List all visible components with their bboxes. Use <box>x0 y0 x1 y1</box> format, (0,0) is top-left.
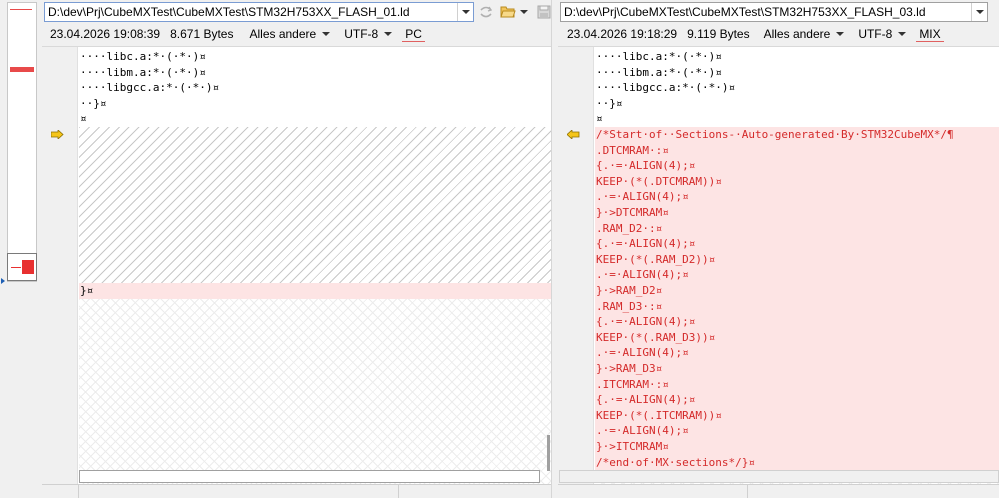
chevron-down-icon <box>520 10 528 14</box>
sync-arrows-icon[interactable] <box>476 2 496 22</box>
chevron-down-icon <box>384 32 393 36</box>
chevron-down-icon <box>975 10 984 14</box>
right-horizontal-scrollbar[interactable] <box>559 470 999 483</box>
code-line-added: .DTCMRAM·:¤ <box>595 142 999 159</box>
code-line-added: .·=·ALIGN(4);¤ <box>595 189 999 205</box>
left-bottom-cell <box>42 485 79 498</box>
left-pane: D:\dev\Prj\CubeMXTest\CubeMXTest\STM32H7… <box>42 0 551 498</box>
overview-viewport-change <box>22 260 34 274</box>
code-line: ¤ <box>596 112 603 126</box>
right-bottom-strip <box>558 484 999 498</box>
right-path-row: D:\dev\Prj\CubeMXTest\CubeMXTest\STM32H7… <box>560 2 988 22</box>
right-file-size: 9.119 Bytes <box>687 27 750 41</box>
code-line: ····libc.a:*·(·*·)¤ <box>596 50 722 63</box>
right-file-date: 23.04.2026 19:18:29 <box>567 27 678 41</box>
right-line-ending-button[interactable]: MIX <box>916 27 944 42</box>
code-line-added: .·=·ALIGN(4);¤ <box>595 345 999 361</box>
code-line-added: .·=·ALIGN(4);¤ <box>595 423 999 439</box>
overview-viewport[interactable] <box>7 253 37 281</box>
code-line-added: {.·=·ALIGN(4);¤ <box>595 314 999 330</box>
right-editor[interactable]: ····libc.a:*·(·*·)¤ ····libm.a:*·(·*·)¤ … <box>558 46 999 484</box>
left-editor[interactable]: ····libc.a:*·(·*·)¤ ····libm.a:*·(·*·)¤ … <box>42 46 551 484</box>
right-bottom-cell <box>558 485 748 498</box>
diff-arrow-icon[interactable] <box>567 130 580 139</box>
right-code-area[interactable]: ····libc.a:*·(·*·)¤ ····libm.a:*·(·*·)¤ … <box>595 47 999 484</box>
code-line-added: .RAM_D2·:¤ <box>595 220 999 237</box>
left-vertical-scroll-thumb[interactable] <box>547 435 550 471</box>
code-line-added: KEEP·(*(.RAM_D2))¤ <box>595 251 999 268</box>
pane-splitter[interactable] <box>551 0 558 498</box>
right-pane: D:\dev\Prj\CubeMXTest\CubeMXTest\STM32H7… <box>558 0 999 498</box>
code-line-added: KEEP·(*(.DTCMRAM))¤ <box>595 173 999 190</box>
code-line: ····libgcc.a:*·(·*·)¤ <box>80 81 220 95</box>
left-bottom-cell <box>79 485 399 498</box>
code-line-added: {.·=·ALIGN(4);¤ <box>595 236 999 252</box>
right-filter-label: Alles andere <box>763 27 831 41</box>
right-gutter <box>558 47 594 484</box>
left-filter-select[interactable]: Alles andere <box>249 27 331 41</box>
chevron-down-icon <box>461 10 470 14</box>
code-line-added: KEEP·(*(.RAM_D3))¤ <box>595 329 999 346</box>
code-line-added: KEEP·(*(.ITCMRAM))¤ <box>595 407 999 424</box>
right-encoding-label: UTF-8 <box>858 27 893 41</box>
code-line-added: .ITCMRAM·:¤ <box>595 376 999 393</box>
compare-window: D:\dev\Prj\CubeMXTest\CubeMXTest\STM32H7… <box>0 0 999 498</box>
left-gutter <box>42 47 78 484</box>
right-encoding-select[interactable]: UTF-8 <box>858 27 907 41</box>
code-line-added: .·=·ALIGN(4);¤ <box>595 267 999 283</box>
overview-position-caret <box>1 278 5 284</box>
right-path-dropdown-button[interactable] <box>971 3 987 21</box>
code-line-added: }·>ITCMRAM¤ <box>595 439 999 455</box>
code-line: ····libc.a:*·(·*·)¤ <box>80 50 206 63</box>
code-line: ¤ <box>80 112 87 126</box>
code-line: ····libm.a:*·(·*·)¤ <box>80 65 206 79</box>
overview-change-mark <box>10 67 34 72</box>
overview-viewport-line <box>11 267 21 268</box>
code-line-added: }·>RAM_D2¤ <box>595 283 999 299</box>
left-encoding-label: UTF-8 <box>344 27 379 41</box>
chevron-down-icon <box>836 32 845 36</box>
code-line-added: }·>RAM_D3¤ <box>595 361 999 377</box>
right-status-bar: 23.04.2026 19:18:29 9.119 Bytes Alles an… <box>567 24 944 44</box>
overview-map[interactable] <box>7 2 37 282</box>
chevron-down-icon <box>898 32 907 36</box>
code-line-added: /*Start·of··Sections-·Auto-generated·By·… <box>595 127 999 143</box>
open-dropdown-button[interactable] <box>518 2 530 22</box>
left-path-row: D:\dev\Prj\CubeMXTest\CubeMXTest\STM32H7… <box>44 2 554 22</box>
code-line-added: /*end·of·MX·sections*/}¤ <box>595 454 999 471</box>
overview-change-mark <box>10 9 32 10</box>
left-line-ending-button[interactable]: PC <box>402 27 425 42</box>
open-folder-icon[interactable] <box>498 2 518 22</box>
code-line-added: }·>DTCMRAM¤ <box>595 205 999 221</box>
code-line-added: {.·=·ALIGN(4);¤ <box>595 392 999 408</box>
left-encoding-select[interactable]: UTF-8 <box>344 27 393 41</box>
left-path-combo[interactable]: D:\dev\Prj\CubeMXTest\CubeMXTest\STM32H7… <box>44 2 474 22</box>
missing-lines-placeholder <box>79 127 551 283</box>
left-path-text: D:\dev\Prj\CubeMXTest\CubeMXTest\STM32H7… <box>48 5 410 19</box>
code-line: ··}¤ <box>596 96 623 110</box>
left-horizontal-scrollbar[interactable] <box>79 470 540 483</box>
left-code-area[interactable]: ····libc.a:*·(·*·)¤ ····libm.a:*·(·*·)¤ … <box>79 47 551 484</box>
end-of-file-area <box>79 299 551 484</box>
code-line: ····libm.a:*·(·*·)¤ <box>596 65 722 79</box>
left-status-bar: 23.04.2026 19:08:39 8.671 Bytes Alles an… <box>50 24 425 44</box>
code-line-changed: }¤ <box>79 283 551 299</box>
chevron-down-icon <box>322 32 331 36</box>
diff-arrow-icon[interactable] <box>51 130 64 139</box>
left-file-size: 8.671 Bytes <box>170 27 234 41</box>
left-filter-label: Alles andere <box>249 27 317 41</box>
right-filter-select[interactable]: Alles andere <box>764 27 845 41</box>
code-line-added: {.·=·ALIGN(4);¤ <box>595 158 999 174</box>
left-bottom-strip <box>42 484 551 498</box>
code-line: ··}¤ <box>80 96 107 110</box>
code-line-added: .RAM_D3·:¤ <box>595 298 999 315</box>
right-path-combo[interactable]: D:\dev\Prj\CubeMXTest\CubeMXTest\STM32H7… <box>560 2 988 22</box>
left-path-dropdown-button[interactable] <box>457 3 473 21</box>
right-path-text: D:\dev\Prj\CubeMXTest\CubeMXTest\STM32H7… <box>564 5 926 19</box>
diff-overview[interactable] <box>0 0 42 498</box>
left-file-date: 23.04.2026 19:08:39 <box>50 27 161 41</box>
code-line: ····libgcc.a:*·(·*·)¤ <box>596 81 736 95</box>
